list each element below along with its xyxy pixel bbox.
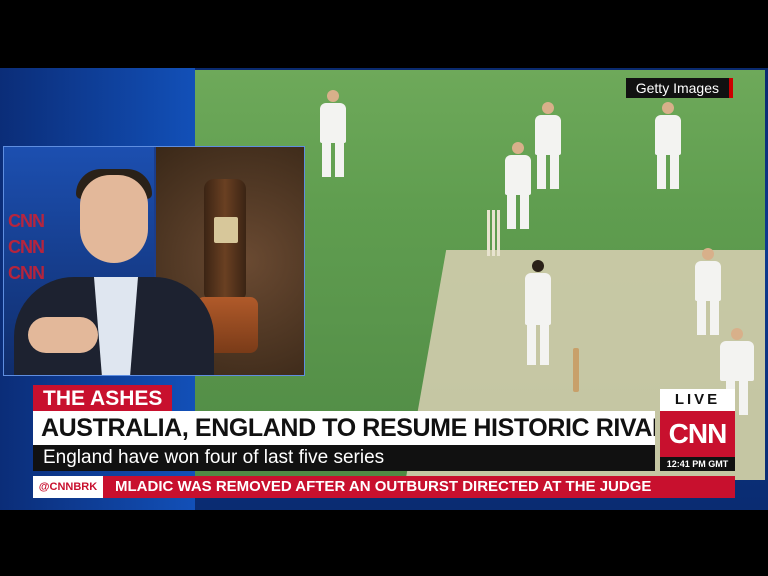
stumps <box>487 210 501 256</box>
batsman-figure <box>505 142 531 229</box>
fielder-figure <box>695 248 721 335</box>
urn-label <box>214 217 238 243</box>
fielder-figure <box>320 90 346 177</box>
subheadline-banner: England have won four of last five serie… <box>33 445 655 471</box>
ticker-label: @CNNBRK <box>33 476 103 498</box>
fielder-figure <box>655 102 681 189</box>
photo-credit: Getty Images <box>625 78 733 98</box>
clock: 12:41 PM GMT <box>660 457 735 471</box>
ticker-text: MLADIC WAS REMOVED AFTER AN OUTBURST DIR… <box>115 478 652 495</box>
headline-banner: AUSTRALIA, ENGLAND TO RESUME HISTORIC RI… <box>33 411 655 445</box>
news-ticker: @CNNBRK MLADIC WAS REMOVED AFTER AN OUTB… <box>33 476 735 498</box>
fielder-figure <box>535 102 561 189</box>
broadcast-frame: Getty Images CNN CNN CNN THE ASHES AUSTR… <box>0 68 768 510</box>
cnn-logo: CNN <box>660 411 735 457</box>
live-badge: LIVE <box>660 389 735 411</box>
cricket-bat <box>573 348 579 392</box>
bowler-figure <box>525 260 551 365</box>
presenter-inset: CNN CNN CNN <box>3 146 305 376</box>
presenter <box>14 167 214 375</box>
topic-tag: THE ASHES <box>33 385 173 412</box>
